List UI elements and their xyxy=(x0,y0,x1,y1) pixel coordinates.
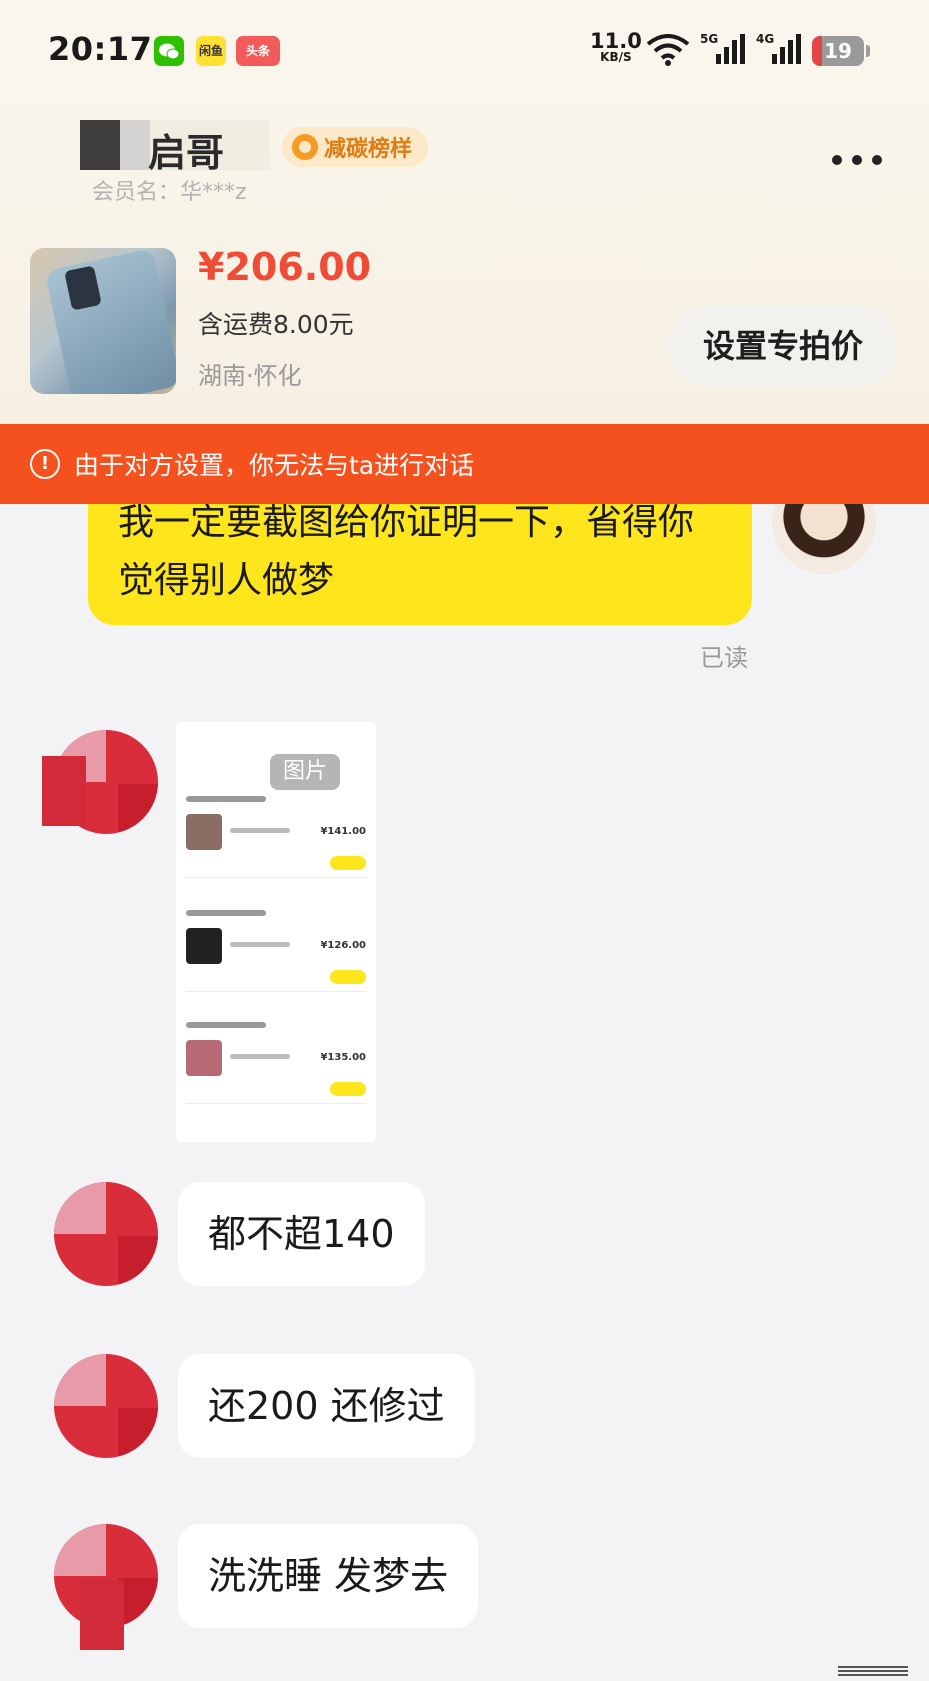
battery-level: 19 xyxy=(824,39,852,63)
peer-message-bubble[interactable]: 还200 还修过 xyxy=(178,1354,475,1458)
network-speed: 11.0 KB/S xyxy=(590,31,642,64)
read-status: 已读 xyxy=(700,644,748,672)
more-dot-icon xyxy=(872,155,882,165)
status-bar: 20:17 闲鱼 头条 11.0 KB/S 5G 4G 19 xyxy=(0,0,929,100)
badge-label: 减碳榜样 xyxy=(324,137,413,162)
signal-5g-icon: 5G xyxy=(700,32,746,72)
mini-thumb xyxy=(186,814,222,850)
mini-thumb xyxy=(186,1040,222,1076)
more-options-button[interactable] xyxy=(832,145,892,175)
product-price: ¥206.00 xyxy=(198,245,372,289)
more-dot-icon xyxy=(852,155,862,165)
mini-line xyxy=(230,1054,290,1059)
signal-5g-label: 5G xyxy=(700,32,719,46)
status-time: 20:17 xyxy=(48,30,153,68)
signal-4g-label: 4G xyxy=(756,32,775,46)
leaf-icon xyxy=(292,134,318,160)
mini-price: ¥141.00 xyxy=(320,826,366,837)
mini-title xyxy=(186,910,266,916)
watermark-lines xyxy=(838,1666,908,1676)
xianyu-icon: 闲鱼 xyxy=(196,36,226,66)
warning-icon: ! xyxy=(30,449,60,479)
wifi-icon xyxy=(645,34,691,70)
more-dot-icon xyxy=(832,155,842,165)
carbon-badge[interactable]: 减碳榜样 xyxy=(282,127,429,167)
mini-line xyxy=(230,828,290,833)
product-image[interactable] xyxy=(30,248,176,394)
signal-4g-icon: 4G xyxy=(756,32,802,72)
image-label: 图片 xyxy=(270,754,340,790)
member-name: 会员名：华***z xyxy=(92,180,247,205)
set-special-price-button[interactable]: 设置专拍价 xyxy=(668,306,898,386)
mini-title xyxy=(186,1022,266,1028)
peer-message-bubble[interactable]: 洗洗睡 发梦去 xyxy=(178,1524,479,1628)
product-location: 湖南·怀化 xyxy=(198,362,302,390)
peer-avatar[interactable] xyxy=(54,1354,158,1458)
warning-text: 由于对方设置，你无法与ta进行对话 xyxy=(74,451,475,480)
mini-price: ¥126.00 xyxy=(320,940,366,951)
mini-title xyxy=(186,796,266,802)
mini-thumb xyxy=(186,928,222,964)
battery-cap xyxy=(866,45,870,57)
mini-order-row: ¥135.00 xyxy=(186,1018,366,1104)
toutiao-icon: 头条 xyxy=(236,36,280,66)
seller-name[interactable]: 启哥 xyxy=(148,122,224,177)
avatar-mosaic xyxy=(42,756,86,826)
mini-button xyxy=(330,970,366,984)
battery-icon: 19 xyxy=(812,36,864,66)
avatar-mosaic xyxy=(80,1580,124,1650)
peer-message-bubble[interactable]: 都不超140 xyxy=(178,1182,425,1286)
cannot-chat-warning: ! 由于对方设置，你无法与ta进行对话 xyxy=(0,424,929,504)
mini-button xyxy=(330,856,366,870)
mini-order-row: ¥126.00 xyxy=(186,906,366,992)
mini-line xyxy=(230,942,290,947)
mini-order-row: ¥141.00 xyxy=(186,792,366,878)
shipping-fee: 含运费8.00元 xyxy=(198,310,354,339)
wechat-icon xyxy=(154,36,184,66)
phone-photo xyxy=(44,248,176,394)
mini-price: ¥135.00 xyxy=(320,1052,366,1063)
peer-avatar[interactable] xyxy=(54,1182,158,1286)
mini-button xyxy=(330,1082,366,1096)
